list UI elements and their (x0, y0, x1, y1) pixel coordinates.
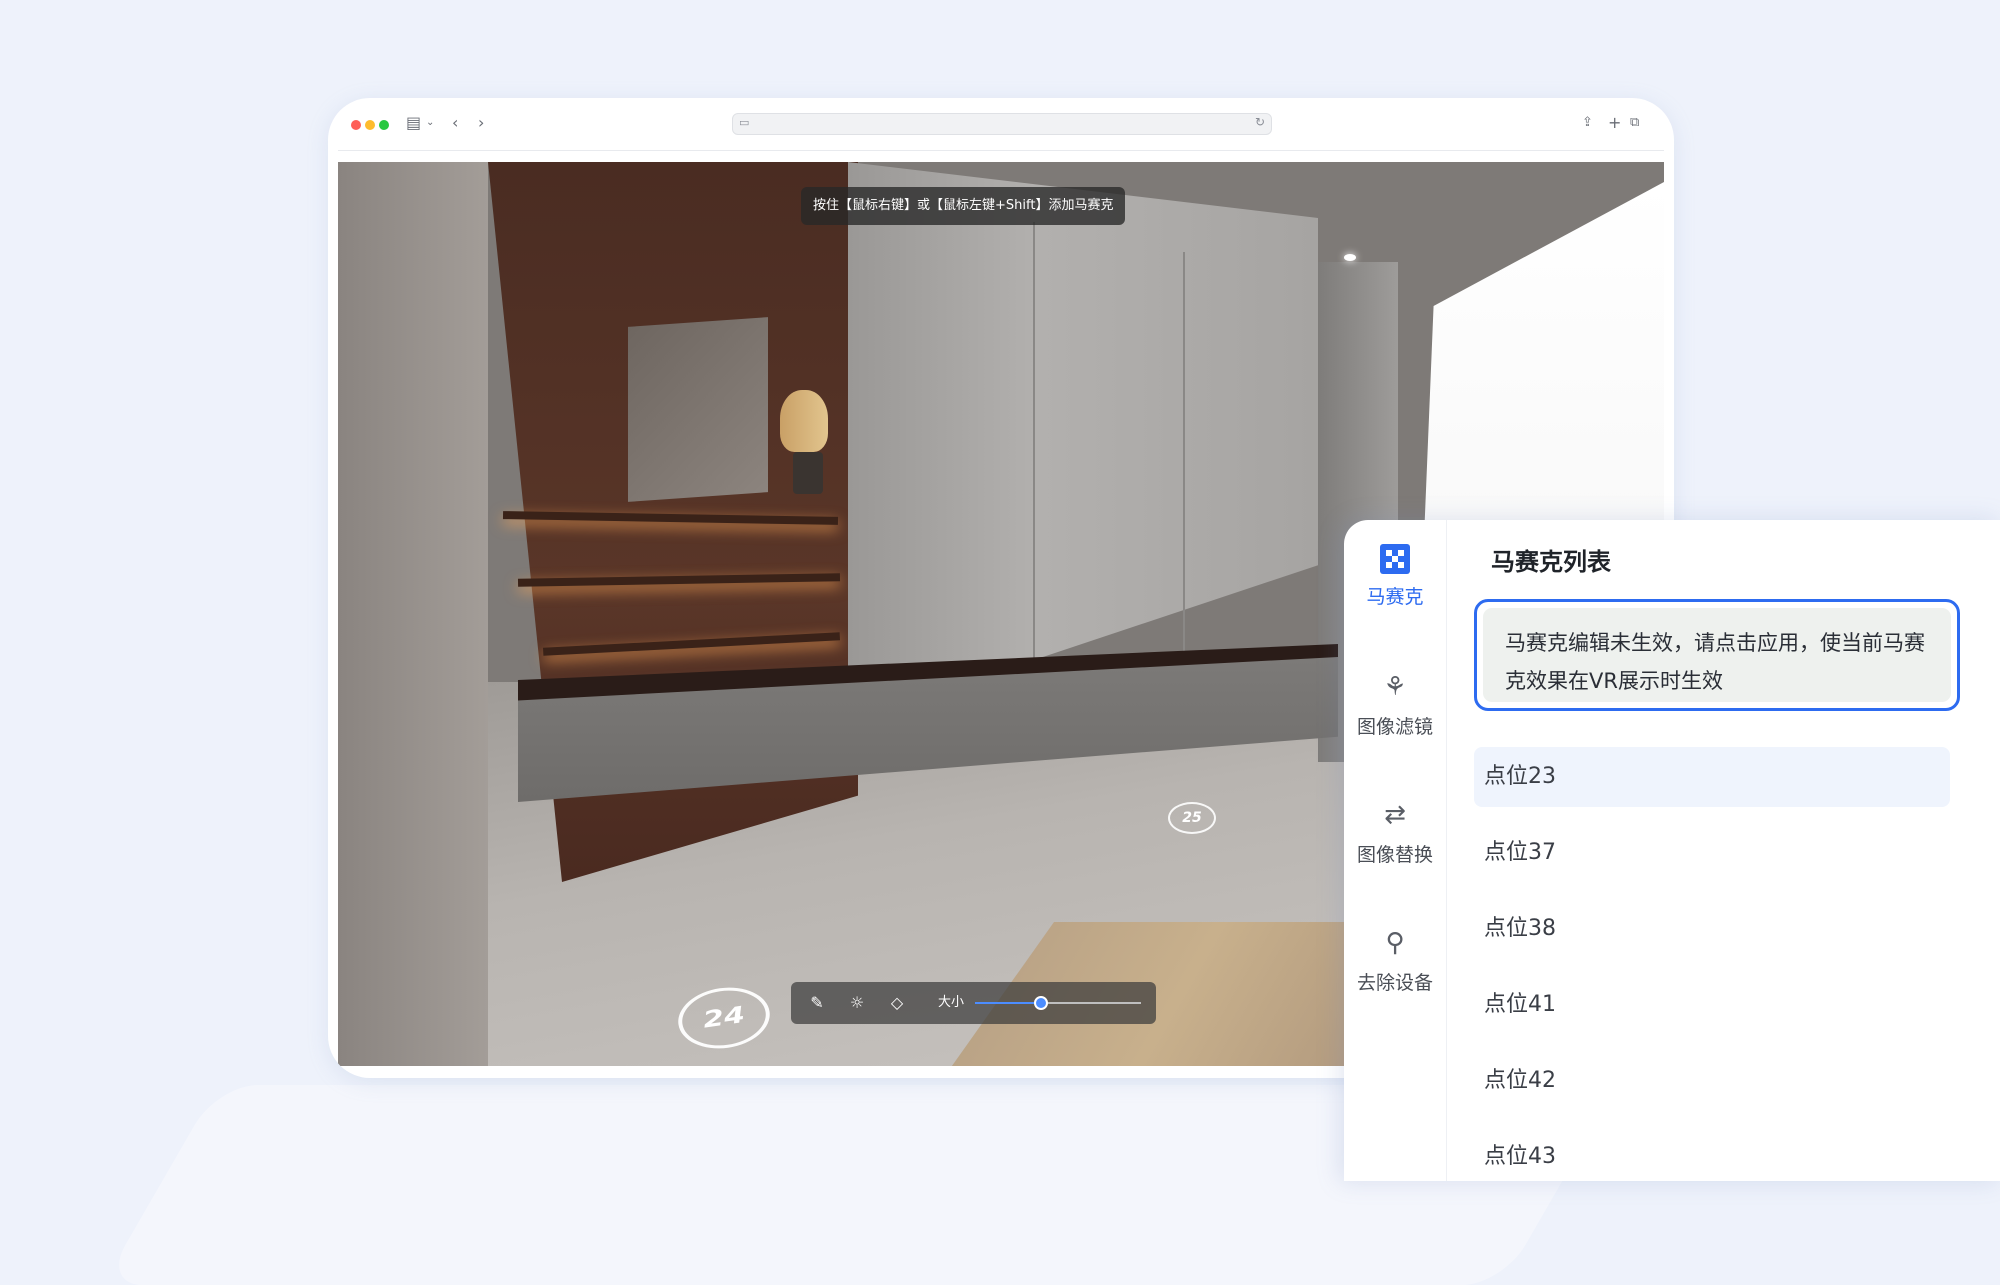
size-slider-thumb[interactable] (1034, 996, 1049, 1010)
wardrobe-seam (1183, 252, 1185, 652)
brush-icon[interactable]: ✎ (805, 991, 829, 1015)
eraser-icon[interactable]: ◇ (885, 991, 909, 1015)
wardrobe-seam (1033, 222, 1035, 682)
page-info-icon: ▭ (739, 116, 750, 129)
left-wall-scene (338, 162, 488, 1066)
list-item[interactable]: 点位42 (1474, 1051, 1950, 1111)
minimize-window-button[interactable] (365, 120, 375, 130)
nav-label: 马赛克 (1366, 586, 1424, 608)
replace-icon: ⇄ (1384, 800, 1406, 830)
share-icon[interactable]: ⇪ (1582, 112, 1593, 134)
hotspot-marker-25[interactable]: 25 (1168, 802, 1216, 834)
panel-title: 马赛克列表 (1491, 548, 1611, 576)
picture-frame-scene (628, 317, 768, 502)
address-bar[interactable]: ▭ ↻ (732, 113, 1272, 135)
remove-device-icon: ⚲ (1385, 928, 1405, 958)
point-list: 点位23 点位37 点位38 点位41 点位42 点位43 (1474, 747, 1950, 1181)
nav-item-remove-device[interactable]: ⚲ 去除设备 (1344, 926, 1446, 995)
nav-label: 图像替换 (1356, 844, 1433, 866)
forward-icon[interactable]: › (478, 112, 484, 134)
editor-side-panel: 马赛克 ⚘ 图像滤镜 ⇄ 图像替换 ⚲ 去除设备 马赛克列表 马赛克编辑未生效，… (1344, 520, 2000, 1181)
reload-icon[interactable]: ↻ (1255, 115, 1265, 129)
apply-notice-text: 马赛克编辑未生效，请点击应用，使当前马赛克效果在VR展示时生效 (1483, 608, 1951, 702)
list-item[interactable]: 点位43 (1474, 1127, 1950, 1181)
nav-item-image-filter[interactable]: ⚘ 图像滤镜 (1344, 670, 1446, 739)
nav-label: 去除设备 (1356, 972, 1433, 994)
mosaic-toolbar: ✎ ☼ ◇ 大小 (791, 982, 1156, 1024)
chevron-down-icon[interactable]: ⌄ (426, 112, 434, 134)
back-icon[interactable]: ‹ (452, 112, 458, 134)
nav-item-image-replace[interactable]: ⇄ 图像替换 (1344, 798, 1446, 867)
list-item[interactable]: 点位38 (1474, 899, 1950, 959)
sidebar-toggle-icon[interactable]: ▤ (406, 112, 421, 134)
toolbar-divider (338, 150, 1664, 151)
list-item[interactable]: 点位41 (1474, 975, 1950, 1035)
maximize-window-button[interactable] (379, 120, 389, 130)
mosaic-icon (1380, 544, 1410, 574)
size-label: 大小 (938, 995, 965, 1010)
ceiling-light-scene (1344, 254, 1356, 261)
sun-icon[interactable]: ☼ (845, 991, 869, 1015)
editor-nav: 马赛克 ⚘ 图像滤镜 ⇄ 图像替换 ⚲ 去除设备 (1344, 520, 1447, 1181)
size-slider-fill (975, 1002, 1042, 1004)
tabs-overview-icon[interactable]: ⧉ (1630, 112, 1639, 134)
wardrobe-scene (848, 162, 1318, 722)
filter-icon: ⚘ (1383, 672, 1407, 702)
list-item[interactable]: 点位23 (1474, 747, 1950, 807)
nav-item-mosaic[interactable]: 马赛克 (1344, 544, 1446, 609)
list-item[interactable]: 点位37 (1474, 823, 1950, 883)
nav-label: 图像滤镜 (1356, 716, 1433, 738)
mosaic-hint-tooltip: 按住【鼠标右键】或【鼠标左键+Shift】添加马赛克 (801, 187, 1126, 225)
sculpture-scene (780, 390, 828, 452)
size-slider[interactable] (975, 996, 1141, 1010)
apply-notice: 马赛克编辑未生效，请点击应用，使当前马赛克效果在VR展示时生效 (1474, 599, 1960, 711)
sculpture-base-scene (793, 452, 823, 494)
browser-toolbar: ▤ ⌄ ‹ › ▭ ↻ ⇪ + ⧉ (328, 98, 1674, 150)
close-window-button[interactable] (351, 120, 361, 130)
mosaic-list-section: 马赛克列表 马赛克编辑未生效，请点击应用，使当前马赛克效果在VR展示时生效 点位… (1446, 520, 2000, 1181)
new-tab-icon[interactable]: + (1608, 112, 1621, 134)
